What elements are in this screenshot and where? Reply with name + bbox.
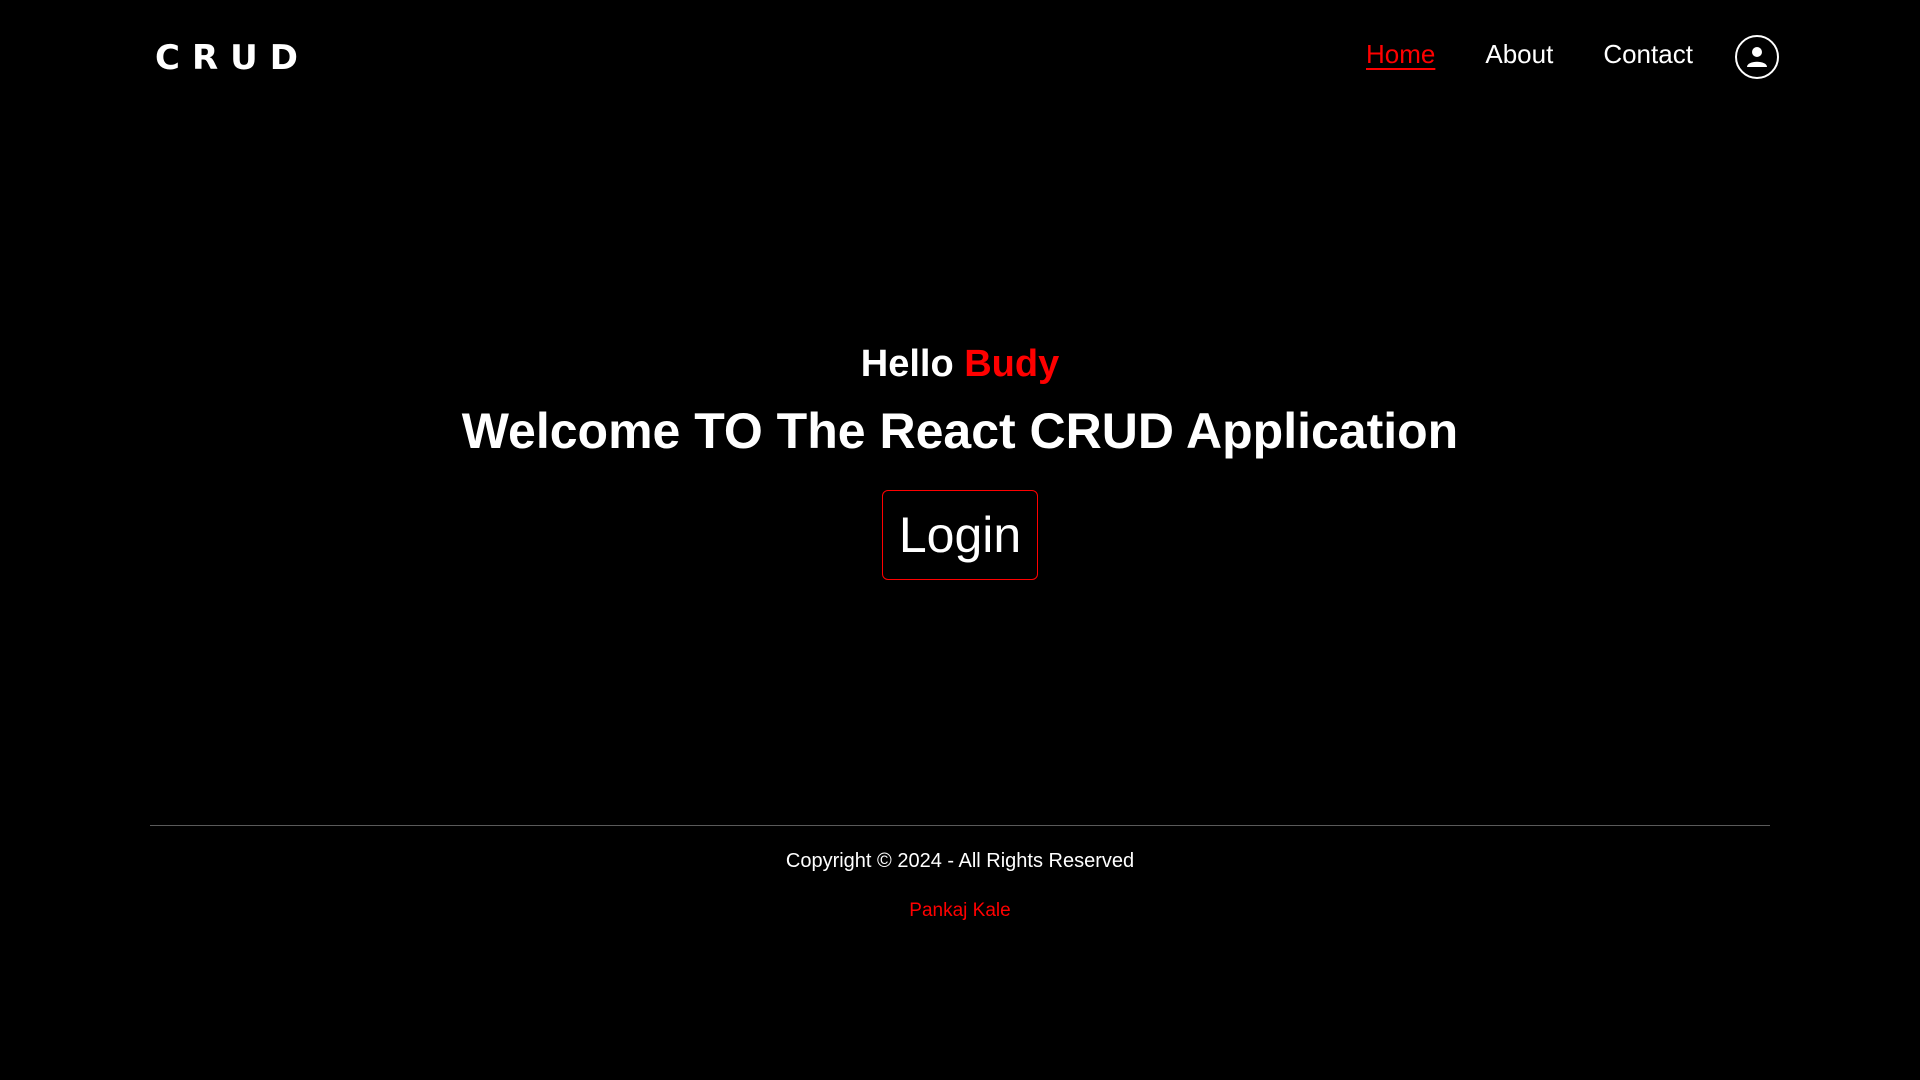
- copyright-text: Copyright © 2024 - All Rights Reserved: [785, 850, 1135, 872]
- profile-button[interactable]: [1735, 35, 1779, 79]
- author-credit: Pankaj Kale: [0, 900, 1920, 922]
- author-link[interactable]: Pankaj Kale: [909, 900, 1010, 921]
- welcome-heading: Welcome TO The React CRUD Application: [461, 403, 1459, 459]
- hero-section: Hello Budy Welcome TO The React CRUD App…: [0, 340, 1920, 580]
- user-circle-icon: [1747, 47, 1767, 67]
- login-button[interactable]: Login: [881, 490, 1039, 580]
- nav-link-about[interactable]: About: [1485, 36, 1553, 72]
- nav-link-contact[interactable]: Contact: [1603, 36, 1693, 72]
- page: CRUD Home About Contact Hello Budy Welco…: [0, 0, 1920, 1080]
- greeting-name: Budy: [964, 343, 1060, 385]
- greeting: Hello Budy: [0, 340, 1920, 388]
- logo[interactable]: CRUD: [155, 38, 310, 78]
- footer-divider: [150, 825, 1770, 826]
- nav-link-home[interactable]: Home: [1366, 36, 1435, 72]
- greeting-text: Hello: [860, 343, 954, 385]
- header: CRUD Home About Contact: [0, 0, 1920, 118]
- main-nav: Home About Contact: [1366, 36, 1743, 72]
